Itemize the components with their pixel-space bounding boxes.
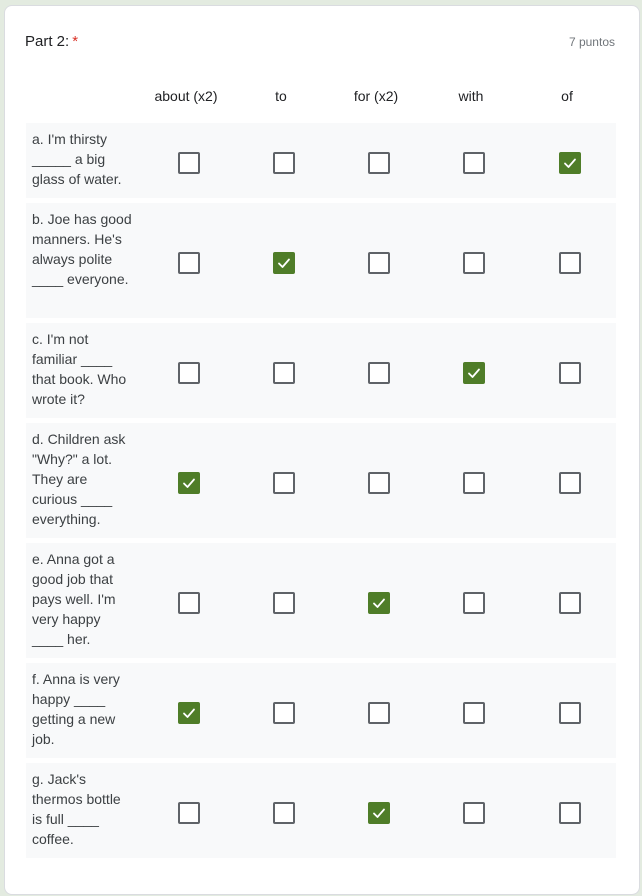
checkbox[interactable] bbox=[368, 361, 390, 384]
checkmark-icon bbox=[373, 808, 385, 818]
row-label: e. Anna got a good job that pays well. I… bbox=[32, 551, 116, 647]
checkbox[interactable] bbox=[273, 801, 295, 824]
checkmark-icon bbox=[373, 598, 385, 608]
checkbox[interactable] bbox=[368, 251, 390, 274]
checkbox-checked[interactable] bbox=[178, 701, 200, 724]
column-header: for (x2) bbox=[353, 88, 399, 104]
column-header: of bbox=[561, 88, 573, 104]
grid-row: g. Jack's thermos bottle is full ____ co… bbox=[26, 763, 616, 858]
question-card: Part 2: * 7 puntos about (x2) to for (x2) wi… bbox=[4, 5, 640, 895]
checkmark-icon bbox=[564, 158, 576, 168]
checkbox[interactable] bbox=[463, 251, 485, 274]
checkbox[interactable] bbox=[559, 801, 581, 824]
checkbox-checked[interactable] bbox=[559, 151, 581, 174]
grid-row: d. Children ask "Why?" a lot. They are c… bbox=[26, 423, 616, 538]
grid-row: c. I'm not familiar ____ that book. Who … bbox=[26, 323, 616, 418]
checkmark-icon bbox=[183, 708, 195, 718]
row-label: a. I'm thirsty _____ a big glass of wate… bbox=[32, 131, 122, 187]
question-title: Part 2: * bbox=[25, 33, 78, 50]
checkbox-checked[interactable] bbox=[178, 471, 200, 494]
checkbox[interactable] bbox=[273, 361, 295, 384]
grid-row: e. Anna got a good job that pays well. I… bbox=[26, 543, 616, 658]
checkbox[interactable] bbox=[463, 151, 485, 174]
checkbox-checked[interactable] bbox=[463, 361, 485, 384]
checkbox-checked[interactable] bbox=[368, 801, 390, 824]
checkbox-checked[interactable] bbox=[368, 591, 390, 614]
checkbox[interactable] bbox=[463, 701, 485, 724]
points-label: 7 puntos bbox=[568, 35, 615, 49]
grid-row: f. Anna is very happy ____ getting a new… bbox=[26, 663, 616, 758]
checkbox[interactable] bbox=[178, 361, 200, 384]
checkmark-icon bbox=[468, 368, 480, 378]
row-label: g. Jack's thermos bottle is full ____ co… bbox=[32, 771, 121, 847]
checkbox[interactable] bbox=[559, 361, 581, 384]
row-label: c. I'm not familiar ____ that book. Who … bbox=[32, 331, 127, 407]
checkbox[interactable] bbox=[178, 801, 200, 824]
column-header: about (x2) bbox=[154, 88, 218, 104]
checkbox[interactable] bbox=[559, 591, 581, 614]
checkbox[interactable] bbox=[273, 151, 295, 174]
column-header: to bbox=[275, 88, 287, 104]
checkmark-icon bbox=[278, 258, 290, 268]
checkbox[interactable] bbox=[368, 701, 390, 724]
row-label: f. Anna is very happy ____ getting a new… bbox=[32, 671, 120, 747]
checkbox[interactable] bbox=[559, 701, 581, 724]
checkbox[interactable] bbox=[273, 701, 295, 724]
question-title-text: Part 2: bbox=[25, 33, 70, 50]
checkbox[interactable] bbox=[273, 471, 295, 494]
grid-row: b. Joe has good manners. He's always pol… bbox=[26, 203, 616, 318]
required-marker: * bbox=[72, 33, 79, 50]
checkbox[interactable] bbox=[368, 471, 390, 494]
checkbox[interactable] bbox=[559, 471, 581, 494]
checkbox[interactable] bbox=[178, 151, 200, 174]
checkbox[interactable] bbox=[463, 801, 485, 824]
grid-header: about (x2) to for (x2) with of bbox=[5, 88, 639, 108]
checkbox[interactable] bbox=[273, 591, 295, 614]
checkbox[interactable] bbox=[463, 471, 485, 494]
checkbox-checked[interactable] bbox=[273, 251, 295, 274]
checkbox[interactable] bbox=[178, 591, 200, 614]
checkbox[interactable] bbox=[178, 251, 200, 274]
checkbox[interactable] bbox=[368, 151, 390, 174]
checkbox[interactable] bbox=[463, 591, 485, 614]
column-header: with bbox=[458, 88, 484, 104]
row-label: d. Children ask "Why?" a lot. They are c… bbox=[32, 431, 126, 527]
checkbox[interactable] bbox=[559, 251, 581, 274]
grid-row: a. I'm thirsty _____ a big glass of wate… bbox=[26, 123, 616, 198]
row-label: b. Joe has good manners. He's always pol… bbox=[32, 211, 132, 287]
checkmark-icon bbox=[183, 478, 195, 488]
